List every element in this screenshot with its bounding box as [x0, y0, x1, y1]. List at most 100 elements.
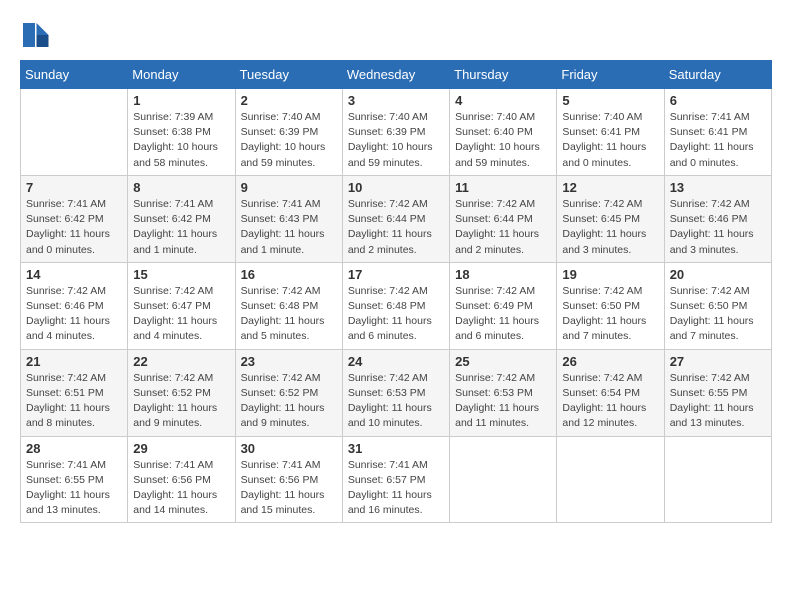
calendar-cell: 27 Sunrise: 7:42 AM Sunset: 6:55 PM Dayli… — [664, 349, 771, 436]
day-number: 17 — [348, 267, 444, 282]
calendar-cell: 17 Sunrise: 7:42 AM Sunset: 6:48 PM Dayli… — [342, 262, 449, 349]
calendar-cell: 8Sunrise: 7:41 AM Sunset: 6:42 PM Daylig… — [128, 175, 235, 262]
calendar-cell: 24Sunrise: 7:42 AM Sunset: 6:53 PM Dayli… — [342, 349, 449, 436]
calendar-cell: 18 Sunrise: 7:42 AM Sunset: 6:49 PM Dayli… — [450, 262, 557, 349]
day-detail: Sunrise: 7:42 AM Sunset: 6:55 PM Dayligh… — [670, 371, 766, 432]
day-detail: Sunrise: 7:41 AM Sunset: 6:55 PM Dayligh… — [26, 458, 122, 519]
day-detail: Sunrise: 7:41 AM Sunset: 6:41 PM Dayligh… — [670, 110, 766, 171]
calendar-cell: 2 Sunrise: 7:40 AM Sunset: 6:39 PM Daylig… — [235, 89, 342, 176]
calendar-cell: 31Sunrise: 7:41 AM Sunset: 6:57 PM Dayli… — [342, 436, 449, 523]
day-number: 28 — [26, 441, 122, 456]
day-detail: Sunrise: 7:42 AM Sunset: 6:50 PM Dayligh… — [670, 284, 766, 345]
calendar-cell: 19 Sunrise: 7:42 AM Sunset: 6:50 PM Dayli… — [557, 262, 664, 349]
calendar-cell: 10Sunrise: 7:42 AM Sunset: 6:44 PM Dayli… — [342, 175, 449, 262]
calendar-cell: 28 Sunrise: 7:41 AM Sunset: 6:55 PM Dayli… — [21, 436, 128, 523]
day-detail: Sunrise: 7:42 AM Sunset: 6:45 PM Dayligh… — [562, 197, 658, 258]
calendar-table: SundayMondayTuesdayWednesdayThursdayFrid… — [20, 60, 772, 523]
day-number: 30 — [241, 441, 337, 456]
calendar-week-1: 1 Sunrise: 7:39 AM Sunset: 6:38 PM Daylig… — [21, 89, 772, 176]
day-number: 25 — [455, 354, 551, 369]
calendar-cell — [664, 436, 771, 523]
header-cell-tuesday: Tuesday — [235, 61, 342, 89]
day-number: 31 — [348, 441, 444, 456]
day-number: 24 — [348, 354, 444, 369]
day-number: 3 — [348, 93, 444, 108]
day-number: 1 — [133, 93, 229, 108]
day-number: 6 — [670, 93, 766, 108]
logo — [20, 20, 54, 50]
calendar-cell: 7 Sunrise: 7:41 AM Sunset: 6:42 PM Daylig… — [21, 175, 128, 262]
calendar-cell: 21Sunrise: 7:42 AM Sunset: 6:51 PM Dayli… — [21, 349, 128, 436]
day-number: 10 — [348, 180, 444, 195]
header-cell-friday: Friday — [557, 61, 664, 89]
calendar-week-3: 14 Sunrise: 7:42 AM Sunset: 6:46 PM Dayli… — [21, 262, 772, 349]
calendar-cell: 6 Sunrise: 7:41 AM Sunset: 6:41 PM Daylig… — [664, 89, 771, 176]
calendar-cell: 1 Sunrise: 7:39 AM Sunset: 6:38 PM Daylig… — [128, 89, 235, 176]
day-detail: Sunrise: 7:42 AM Sunset: 6:48 PM Dayligh… — [348, 284, 444, 345]
calendar-cell: 15Sunrise: 7:42 AM Sunset: 6:47 PM Dayli… — [128, 262, 235, 349]
calendar-cell: 14 Sunrise: 7:42 AM Sunset: 6:46 PM Dayli… — [21, 262, 128, 349]
calendar-cell — [450, 436, 557, 523]
day-detail: Sunrise: 7:41 AM Sunset: 6:43 PM Dayligh… — [241, 197, 337, 258]
day-number: 26 — [562, 354, 658, 369]
day-number: 5 — [562, 93, 658, 108]
logo-icon — [20, 20, 50, 50]
page-header — [20, 20, 772, 50]
day-detail: Sunrise: 7:42 AM Sunset: 6:52 PM Dayligh… — [241, 371, 337, 432]
header-cell-saturday: Saturday — [664, 61, 771, 89]
calendar-cell: 22 Sunrise: 7:42 AM Sunset: 6:52 PM Dayli… — [128, 349, 235, 436]
day-detail: Sunrise: 7:41 AM Sunset: 6:56 PM Dayligh… — [133, 458, 229, 519]
day-number: 7 — [26, 180, 122, 195]
day-number: 18 — [455, 267, 551, 282]
day-detail: Sunrise: 7:40 AM Sunset: 6:39 PM Dayligh… — [348, 110, 444, 171]
day-detail: Sunrise: 7:40 AM Sunset: 6:41 PM Dayligh… — [562, 110, 658, 171]
header-cell-thursday: Thursday — [450, 61, 557, 89]
day-detail: Sunrise: 7:41 AM Sunset: 6:42 PM Dayligh… — [133, 197, 229, 258]
calendar-cell: 30 Sunrise: 7:41 AM Sunset: 6:56 PM Dayli… — [235, 436, 342, 523]
day-number: 11 — [455, 180, 551, 195]
day-detail: Sunrise: 7:42 AM Sunset: 6:52 PM Dayligh… — [133, 371, 229, 432]
day-detail: Sunrise: 7:42 AM Sunset: 6:44 PM Dayligh… — [455, 197, 551, 258]
day-number: 2 — [241, 93, 337, 108]
calendar-cell: 16 Sunrise: 7:42 AM Sunset: 6:48 PM Dayli… — [235, 262, 342, 349]
calendar-cell: 20 Sunrise: 7:42 AM Sunset: 6:50 PM Dayli… — [664, 262, 771, 349]
calendar-cell: 23 Sunrise: 7:42 AM Sunset: 6:52 PM Dayli… — [235, 349, 342, 436]
day-number: 4 — [455, 93, 551, 108]
day-number: 22 — [133, 354, 229, 369]
calendar-cell: 5 Sunrise: 7:40 AM Sunset: 6:41 PM Daylig… — [557, 89, 664, 176]
day-number: 23 — [241, 354, 337, 369]
day-number: 29 — [133, 441, 229, 456]
day-detail: Sunrise: 7:42 AM Sunset: 6:51 PM Dayligh… — [26, 371, 122, 432]
day-number: 15 — [133, 267, 229, 282]
day-detail: Sunrise: 7:42 AM Sunset: 6:46 PM Dayligh… — [26, 284, 122, 345]
calendar-cell — [557, 436, 664, 523]
calendar-week-5: 28 Sunrise: 7:41 AM Sunset: 6:55 PM Dayli… — [21, 436, 772, 523]
calendar-cell: 11 Sunrise: 7:42 AM Sunset: 6:44 PM Dayli… — [450, 175, 557, 262]
calendar-cell: 29 Sunrise: 7:41 AM Sunset: 6:56 PM Dayli… — [128, 436, 235, 523]
day-number: 14 — [26, 267, 122, 282]
day-detail: Sunrise: 7:42 AM Sunset: 6:50 PM Dayligh… — [562, 284, 658, 345]
calendar-cell: 9 Sunrise: 7:41 AM Sunset: 6:43 PM Daylig… — [235, 175, 342, 262]
day-detail: Sunrise: 7:41 AM Sunset: 6:56 PM Dayligh… — [241, 458, 337, 519]
day-number: 16 — [241, 267, 337, 282]
header-cell-monday: Monday — [128, 61, 235, 89]
day-detail: Sunrise: 7:42 AM Sunset: 6:48 PM Dayligh… — [241, 284, 337, 345]
day-number: 9 — [241, 180, 337, 195]
day-detail: Sunrise: 7:40 AM Sunset: 6:39 PM Dayligh… — [241, 110, 337, 171]
day-number: 19 — [562, 267, 658, 282]
header-cell-sunday: Sunday — [21, 61, 128, 89]
calendar-week-2: 7 Sunrise: 7:41 AM Sunset: 6:42 PM Daylig… — [21, 175, 772, 262]
day-number: 27 — [670, 354, 766, 369]
header-cell-wednesday: Wednesday — [342, 61, 449, 89]
calendar-cell: 3 Sunrise: 7:40 AM Sunset: 6:39 PM Daylig… — [342, 89, 449, 176]
header-row: SundayMondayTuesdayWednesdayThursdayFrid… — [21, 61, 772, 89]
calendar-cell: 26 Sunrise: 7:42 AM Sunset: 6:54 PM Dayli… — [557, 349, 664, 436]
day-number: 12 — [562, 180, 658, 195]
day-detail: Sunrise: 7:42 AM Sunset: 6:54 PM Dayligh… — [562, 371, 658, 432]
day-number: 20 — [670, 267, 766, 282]
calendar-cell: 13Sunrise: 7:42 AM Sunset: 6:46 PM Dayli… — [664, 175, 771, 262]
day-detail: Sunrise: 7:41 AM Sunset: 6:42 PM Dayligh… — [26, 197, 122, 258]
day-detail: Sunrise: 7:39 AM Sunset: 6:38 PM Dayligh… — [133, 110, 229, 171]
calendar-cell — [21, 89, 128, 176]
day-detail: Sunrise: 7:42 AM Sunset: 6:49 PM Dayligh… — [455, 284, 551, 345]
